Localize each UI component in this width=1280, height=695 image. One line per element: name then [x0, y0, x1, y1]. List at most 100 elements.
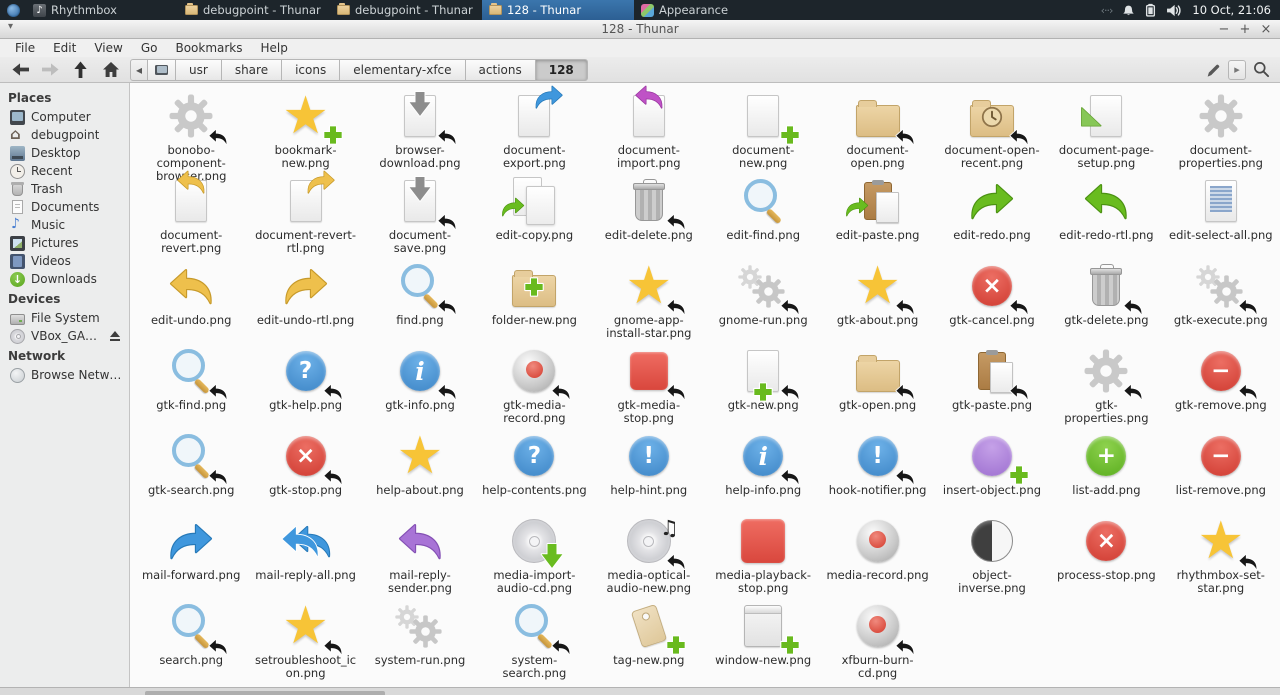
taskbar-button[interactable]: Appearance	[634, 0, 786, 20]
file-item[interactable]: xfburn-burn-cd.png	[820, 599, 934, 684]
file-item[interactable]: gtk-new.png	[706, 344, 820, 429]
file-item[interactable]: document-import.png	[592, 89, 706, 174]
path-button-usr[interactable]: usr	[175, 59, 222, 81]
file-item[interactable]: media-import-audio-cd.png	[477, 514, 591, 599]
window-titlebar[interactable]: ▾ 128 - Thunar −+×	[0, 20, 1280, 39]
file-item[interactable]: document-export.png	[477, 89, 591, 174]
sidebar-item-documents[interactable]: Documents	[0, 198, 129, 216]
file-item[interactable]: ♫media-optical-audio-new.png	[592, 514, 706, 599]
file-item[interactable]: ★bookmark-new.png	[248, 89, 362, 174]
file-item[interactable]: mail-forward.png	[134, 514, 248, 599]
file-item[interactable]: find.png	[363, 259, 477, 344]
file-item[interactable]: gtk-media-stop.png	[592, 344, 706, 429]
file-item[interactable]: ×gtk-cancel.png	[935, 259, 1049, 344]
file-item[interactable]: ?gtk-help.png	[248, 344, 362, 429]
file-item[interactable]: document-open-recent.png	[935, 89, 1049, 174]
file-item[interactable]: mail-reply-all.png	[248, 514, 362, 599]
window-menu-icon[interactable]: ▾	[8, 21, 13, 32]
file-item[interactable]: gtk-media-record.png	[477, 344, 591, 429]
search-button[interactable]	[1249, 59, 1273, 81]
file-item[interactable]: ?help-contents.png	[477, 429, 591, 514]
file-item[interactable]: ihelp-info.png	[706, 429, 820, 514]
file-item[interactable]: edit-select-all.png	[1164, 174, 1278, 259]
file-item[interactable]: document-revert-rtl.png	[248, 174, 362, 259]
file-item[interactable]: media-record.png	[820, 514, 934, 599]
file-item[interactable]: edit-copy.png	[477, 174, 591, 259]
file-item[interactable]: gtk-delete.png	[1049, 259, 1163, 344]
volume-icon[interactable]	[1166, 4, 1182, 17]
file-item[interactable]: ★gnome-app-install-star.png	[592, 259, 706, 344]
sidebar-item-browse-network[interactable]: Browse Network	[0, 366, 129, 384]
file-item[interactable]: edit-undo.png	[134, 259, 248, 344]
file-item[interactable]: search.png	[134, 599, 248, 684]
file-item[interactable]: −list-remove.png	[1164, 429, 1278, 514]
sidebar-item-desktop[interactable]: Desktop	[0, 144, 129, 162]
path-filesystem-button[interactable]	[147, 59, 176, 81]
file-item[interactable]: object-inverse.png	[935, 514, 1049, 599]
file-item[interactable]: ×gtk-stop.png	[248, 429, 362, 514]
path-button-elementary-xfce[interactable]: elementary-xfce	[339, 59, 465, 81]
sidebar-item-file-system[interactable]: File System	[0, 309, 129, 327]
taskbar-button[interactable]: 128 - Thunar	[482, 0, 634, 20]
file-item[interactable]: insert-object.png	[935, 429, 1049, 514]
sidebar-item-vbox-gas-6-1-38[interactable]: VBox_GAs_6.1.38	[0, 327, 129, 345]
file-item[interactable]: igtk-info.png	[363, 344, 477, 429]
path-button-128[interactable]: 128	[535, 59, 588, 81]
file-item[interactable]: edit-find.png	[706, 174, 820, 259]
maximize-button[interactable]: +	[1237, 20, 1253, 38]
file-item[interactable]: gtk-open.png	[820, 344, 934, 429]
file-item[interactable]: window-new.png	[706, 599, 820, 684]
file-item[interactable]: ★rhythmbox-set-star.png	[1164, 514, 1278, 599]
file-item[interactable]: ★setroubleshoot_icon.png	[248, 599, 362, 684]
file-item[interactable]: −gtk-remove.png	[1164, 344, 1278, 429]
file-item[interactable]: gtk-paste.png	[935, 344, 1049, 429]
taskbar-button[interactable]: debugpoint - Thunar	[330, 0, 482, 20]
network-icon[interactable]: ‹··›	[1101, 4, 1113, 17]
sidebar-item-downloads[interactable]: Downloads	[0, 270, 129, 288]
close-button[interactable]: ×	[1258, 20, 1274, 38]
file-item[interactable]: edit-undo-rtl.png	[248, 259, 362, 344]
file-item[interactable]: document-page-setup.png	[1049, 89, 1163, 174]
notifications-bell-icon[interactable]	[1122, 4, 1135, 17]
file-item[interactable]: edit-paste.png	[820, 174, 934, 259]
edit-path-button[interactable]	[1201, 59, 1225, 81]
applications-menu-button[interactable]	[0, 0, 26, 20]
file-item[interactable]: ×process-stop.png	[1049, 514, 1163, 599]
file-item[interactable]: system-run.png	[363, 599, 477, 684]
up-button[interactable]	[67, 59, 94, 81]
file-item[interactable]: system-search.png	[477, 599, 591, 684]
file-item[interactable]: edit-redo.png	[935, 174, 1049, 259]
taskbar-button[interactable]: debugpoint - Thunar	[178, 0, 330, 20]
file-item[interactable]: mail-reply-sender.png	[363, 514, 477, 599]
file-item[interactable]: !help-hint.png	[592, 429, 706, 514]
sidebar-item-computer[interactable]: Computer	[0, 108, 129, 126]
file-item[interactable]: gtk-properties.png	[1049, 344, 1163, 429]
path-button-icons[interactable]: icons	[281, 59, 340, 81]
file-item[interactable]: document-open.png	[820, 89, 934, 174]
menu-go[interactable]: Go	[132, 40, 167, 56]
file-item[interactable]: document-revert.png	[134, 174, 248, 259]
sidebar-item-recent[interactable]: Recent	[0, 162, 129, 180]
file-item[interactable]: tag-new.png	[592, 599, 706, 684]
taskbar-button[interactable]: ♪Rhythmbox	[26, 0, 178, 20]
file-item[interactable]: gtk-execute.png	[1164, 259, 1278, 344]
file-item[interactable]: document-new.png	[706, 89, 820, 174]
path-button-share[interactable]: share	[221, 59, 282, 81]
sidebar-item-pictures[interactable]: Pictures	[0, 234, 129, 252]
file-item[interactable]: document-save.png	[363, 174, 477, 259]
path-scroll-right-button[interactable]: ▸	[1228, 60, 1246, 80]
path-button-actions[interactable]: actions	[465, 59, 536, 81]
menu-view[interactable]: View	[85, 40, 131, 56]
panel-clock[interactable]: 10 Oct, 21:06	[1192, 3, 1271, 17]
sidebar-item-trash[interactable]: Trash	[0, 180, 129, 198]
file-item[interactable]: !hook-notifier.png	[820, 429, 934, 514]
menu-file[interactable]: File	[6, 40, 44, 56]
file-item[interactable]: folder-new.png	[477, 259, 591, 344]
file-item[interactable]: gtk-search.png	[134, 429, 248, 514]
file-item[interactable]: +list-add.png	[1049, 429, 1163, 514]
menu-bookmarks[interactable]: Bookmarks	[166, 40, 251, 56]
battery-icon[interactable]	[1145, 3, 1156, 17]
file-item[interactable]: ★help-about.png	[363, 429, 477, 514]
menu-help[interactable]: Help	[252, 40, 297, 56]
path-scroll-left-button[interactable]: ◂	[130, 59, 148, 81]
